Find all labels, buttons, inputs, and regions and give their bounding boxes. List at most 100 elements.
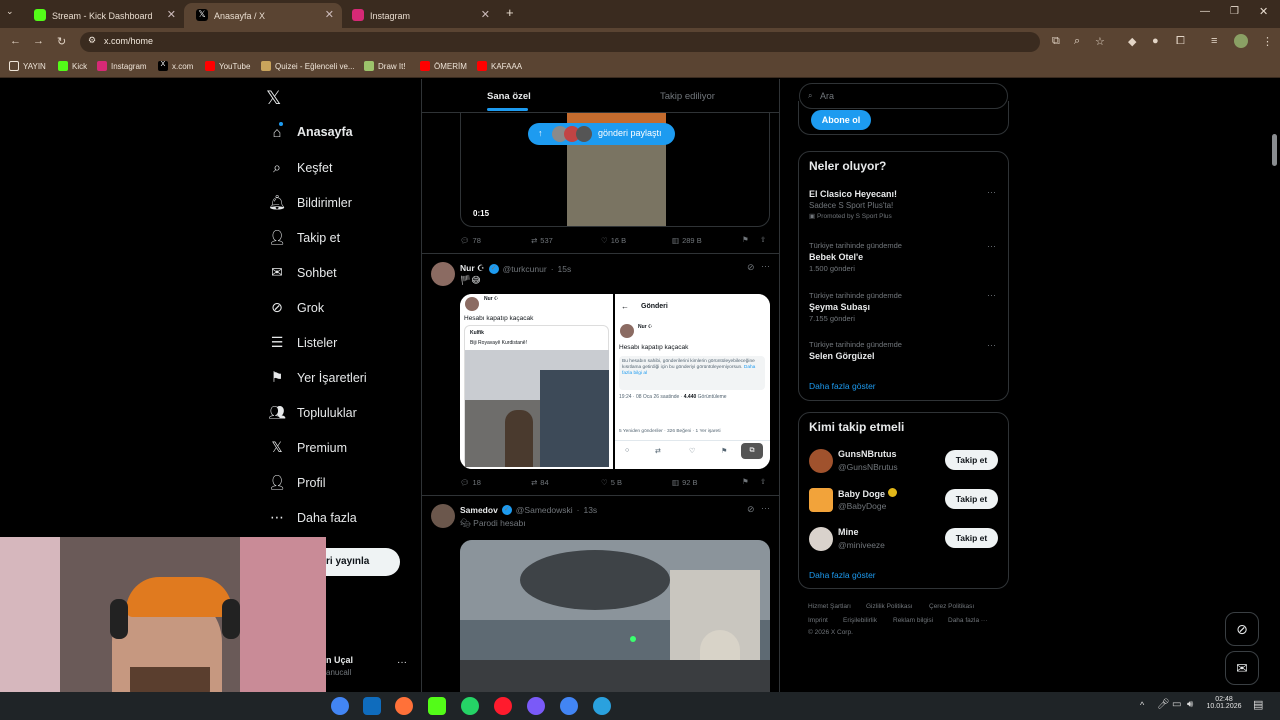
suggestion-name-row[interactable]: Baby Doge — [838, 488, 897, 499]
profile-avatar-icon[interactable] — [1234, 34, 1248, 48]
chrome-icon[interactable] — [560, 697, 578, 715]
suggestion-name[interactable]: GunsNBrutus — [838, 449, 897, 459]
trend-more-icon[interactable]: ··· — [987, 187, 996, 197]
scrollbar-thumb[interactable] — [1272, 134, 1277, 166]
new-posts-toast[interactable]: ↑ gönderi paylaştı — [528, 123, 675, 145]
extension-icon[interactable]: ● — [1152, 35, 1159, 47]
bookmark-xcom[interactable]: Xx.com — [158, 61, 193, 71]
footer-link[interactable]: Imprint — [808, 617, 828, 624]
more-options-icon[interactable]: ··· — [761, 503, 770, 513]
suggestion-name[interactable]: Mine — [838, 527, 859, 537]
views-action[interactable]: ▥ 289 B — [672, 236, 702, 245]
bookmark-yayin[interactable]: YAYIN — [9, 61, 46, 71]
sidebar-item-messages[interactable]: ✉ Sohbet — [268, 264, 337, 281]
post-image[interactable] — [460, 540, 770, 692]
avatar[interactable] — [431, 262, 455, 286]
extensions-puzzle-icon[interactable]: ⧠ — [1176, 35, 1185, 48]
kick-icon[interactable] — [428, 697, 446, 715]
tab-search-icon[interactable]: ⌄ — [6, 6, 14, 17]
opera-icon[interactable] — [494, 697, 512, 715]
author-name[interactable]: Nur ☪ — [460, 263, 485, 274]
author-name[interactable]: Samedov — [460, 505, 498, 515]
post-image[interactable]: Nur ☪ Hesabı kapatıp kaçacak Kulfik Biji… — [460, 294, 770, 469]
reply-action[interactable]: 💬︎ 78 — [460, 236, 481, 245]
clock[interactable]: 02:48 10.01.2026 — [1204, 696, 1244, 710]
sidebar-item-premium[interactable]: 𝕏 Premium — [268, 439, 347, 456]
bookmark-kick[interactable]: Kick — [58, 61, 87, 71]
sidebar-item-grok[interactable]: ⊘ Grok — [268, 299, 324, 316]
bookmark-quizei[interactable]: Quizei - Eğlenceli ve... — [261, 61, 355, 71]
show-more-trends[interactable]: Daha fazla göster — [809, 381, 876, 391]
footer-link[interactable]: Erişilebilirlik — [843, 617, 877, 624]
mic-icon[interactable]: 🎤︎ — [1157, 699, 1170, 710]
follow-button[interactable]: Takip et — [945, 489, 998, 509]
site-info-icon[interactable]: ⚙ — [88, 35, 96, 46]
bookmark-kafaaa[interactable]: KAFAAA — [477, 61, 522, 71]
chrome-icon[interactable] — [331, 697, 349, 715]
trend-item[interactable]: Türkiye tarihinde gündemde Selen Görgüze… — [809, 340, 902, 361]
new-tab-icon[interactable]: + — [506, 5, 514, 20]
bookmark-icon[interactable]: ⚑ — [742, 235, 749, 244]
grok-icon[interactable]: ⊘ — [747, 262, 755, 273]
avatar[interactable] — [431, 504, 455, 528]
close-window-icon[interactable]: ✕ — [1259, 5, 1268, 18]
notifications-icon[interactable]: ▤ — [1253, 698, 1263, 711]
avatar[interactable] — [809, 449, 833, 473]
bookmark-omerim[interactable]: ÖMERİM — [420, 61, 467, 71]
trend-more-icon[interactable]: ··· — [987, 290, 996, 300]
x-logo-icon[interactable]: 𝕏 — [266, 87, 281, 110]
footer-link[interactable]: Gizlilik Politikası — [866, 603, 913, 610]
restore-icon[interactable]: ❐ — [1230, 6, 1239, 17]
install-icon[interactable]: ⧉ — [1052, 35, 1060, 48]
follow-button[interactable]: Takip et — [945, 450, 998, 470]
back-icon[interactable]: ← — [10, 35, 21, 47]
post-time[interactable]: 13s — [583, 505, 597, 515]
close-icon[interactable]: ✕ — [167, 8, 176, 21]
repost-action[interactable]: ⇄ 84 — [531, 478, 549, 487]
app-icon[interactable] — [527, 697, 545, 715]
messages-floating-icon[interactable]: ✉ — [1225, 651, 1259, 685]
like-action[interactable]: ♡ 16 B — [601, 236, 626, 245]
sidebar-item-notifications[interactable]: 🔔︎ Bildirimler — [268, 194, 352, 211]
grok-icon[interactable]: ⊘ — [747, 504, 755, 515]
grok-floating-icon[interactable]: ⊘ — [1225, 612, 1259, 646]
sidebar-item-lists[interactable]: ☰ Listeler — [268, 334, 338, 351]
trend-item[interactable]: Türkiye tarihinde gündemde Bebek Otel'e … — [809, 241, 902, 273]
firefox-icon[interactable] — [395, 697, 413, 715]
sidebar-item-communities[interactable]: 👥︎ Topluluklar — [268, 404, 357, 421]
close-icon[interactable]: ✕ — [325, 8, 334, 21]
outlook-icon[interactable] — [363, 697, 381, 715]
post-time[interactable]: 15s — [558, 264, 572, 274]
footer-link[interactable]: Reklam bilgisi — [893, 617, 933, 624]
follow-button[interactable]: Takip et — [945, 528, 998, 548]
avatar[interactable] — [809, 488, 833, 512]
forward-icon[interactable]: → — [33, 35, 44, 47]
address-bar[interactable]: ⚙ x.com/home — [80, 32, 1040, 52]
whatsapp-icon[interactable] — [461, 697, 479, 715]
tray-chevron-icon[interactable]: ^ — [1140, 700, 1144, 710]
views-action[interactable]: ▥ 92 B — [672, 478, 698, 487]
footer-link[interactable]: Daha fazla ··· — [948, 617, 987, 624]
tab-for-you[interactable]: Sana özel — [487, 91, 531, 102]
bookmark-youtube[interactable]: YouTube — [205, 61, 250, 71]
bookmark-icon[interactable]: ⚑ — [742, 477, 749, 486]
subscribe-button[interactable]: Abone ol — [811, 110, 871, 130]
share-icon[interactable]: ⇧ — [760, 235, 766, 244]
star-icon[interactable]: ☆ — [1095, 35, 1105, 48]
more-options-icon[interactable]: ··· — [761, 261, 770, 271]
avatar[interactable] — [809, 527, 833, 551]
show-more-follow[interactable]: Daha fazla göster — [809, 570, 876, 580]
extension-icon[interactable]: ◆ — [1128, 35, 1136, 48]
network-icon[interactable]: ▭ — [1172, 699, 1181, 710]
author-handle[interactable]: @turkcunur — [503, 264, 547, 274]
tab-instagram[interactable]: Instagram ✕ — [340, 3, 498, 28]
repost-action[interactable]: ⇄ 537 — [531, 236, 553, 245]
reload-icon[interactable]: ↻ — [57, 35, 66, 48]
telegram-icon[interactable] — [593, 697, 611, 715]
minimize-icon[interactable]: — — [1200, 6, 1210, 17]
volume-icon[interactable]: 🔊︎ — [1187, 699, 1193, 710]
media-icon[interactable]: ≡ — [1211, 35, 1217, 47]
trend-more-icon[interactable]: ··· — [987, 241, 996, 251]
sidebar-item-profile[interactable]: 👤︎ Profil — [268, 474, 325, 491]
footer-link[interactable]: Çerez Politikası — [929, 603, 974, 610]
